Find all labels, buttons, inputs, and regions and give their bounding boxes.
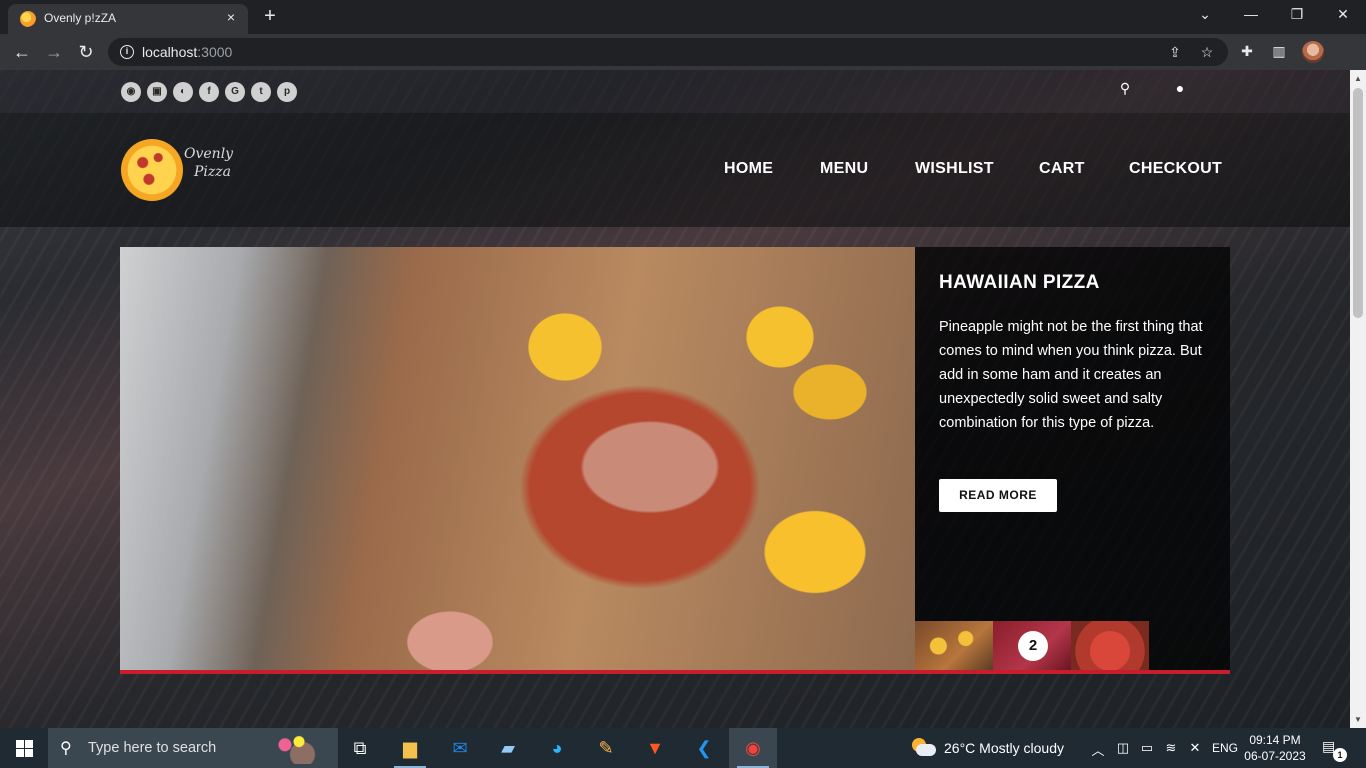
side-panel-icon[interactable]: ▥ [1270,43,1288,60]
site-logo-text[interactable]: Ovenly Pizza [184,145,233,181]
pizza-logo-icon[interactable] [121,139,183,201]
nav-wishlist[interactable]: WISHLIST [915,160,994,178]
windows-start-icon[interactable] [16,740,33,757]
taskbar-search-placeholder: Type here to search [88,740,217,756]
steam-icon[interactable]: ◐ [173,82,193,102]
twitter-icon[interactable]: t [251,82,271,102]
wifi-icon[interactable]: ≋ [1162,740,1180,756]
restore-button[interactable]: ❐ [1287,6,1307,23]
back-arrow-icon[interactable]: ← [11,42,33,62]
rss-icon[interactable]: ◉ [121,82,141,102]
file-explorer-icon[interactable]: ▆ [386,728,434,768]
slide-thumbnail-1[interactable] [915,621,993,671]
search-icon: ⚲ [60,740,72,757]
taskbar-search-box[interactable]: ⚲ Type here to search [48,728,338,768]
nav-cart[interactable]: CART [1039,160,1085,178]
search-icon[interactable]: ⚲ [1116,80,1134,97]
page-scrollbar[interactable]: ▲ ▼ [1350,70,1366,728]
browser-toolbar: ← → ↻ i localhost:3000 ⇪ ☆ ✚ ▥ [0,34,1366,70]
system-clock[interactable]: 09:14 PM 06-07-2023 [1244,732,1306,764]
notification-count-badge: 1 [1333,748,1347,762]
weather-text[interactable]: 26°C Mostly cloudy [944,740,1064,756]
mail-icon[interactable]: ✉ [436,728,484,768]
clock-date: 06-07-2023 [1244,749,1306,763]
weather-cloudy-icon[interactable] [910,736,936,758]
clock-time: 09:14 PM [1249,733,1301,747]
user-icon[interactable]: ● [1171,80,1189,96]
twitch-icon[interactable]: ▣ [147,82,167,102]
tab-search-icon[interactable]: ⌄ [1195,6,1215,23]
forward-arrow-icon[interactable]: → [43,42,65,62]
hero-description: Pineapple might not be the first thing t… [939,319,1203,431]
social-topbar: ◉ ▣ ◐ f G t p ⚲ ● [0,70,1350,113]
url-text[interactable]: localhost:3000 [142,44,232,60]
bookmark-star-icon[interactable]: ☆ [1198,44,1216,61]
nav-checkout[interactable]: CHECKOUT [1129,160,1222,178]
tab-title: Ovenly p!zZA [44,11,117,25]
show-hidden-icons-chevron-icon[interactable]: ︿ [1089,740,1107,759]
nav-menu[interactable]: MENU [820,160,868,178]
chrome-browser-icon[interactable]: ◉ [729,728,777,768]
slide-number-badge: 2 [1018,631,1048,661]
extensions-puzzle-icon[interactable]: ✚ [1238,43,1256,60]
site-info-icon[interactable]: i [120,45,134,59]
pinterest-icon[interactable]: p [277,82,297,102]
hawaiian-pizza-hero-image [120,247,915,671]
language-indicator[interactable]: ENG [1212,741,1238,755]
scroll-up-arrow-icon[interactable]: ▲ [1354,74,1362,83]
hero-info-panel: HAWAIIAN PIZZA Pineapple might not be th… [915,247,1230,671]
profile-avatar[interactable] [1302,41,1324,63]
page-viewport: ◉ ▣ ◐ f G t p ⚲ ● Ovenly Pizza HOME MENU… [0,70,1350,728]
search-highlight-image [264,732,334,764]
share-icon[interactable]: ⇪ [1166,44,1184,61]
volume-muted-icon[interactable]: ✕ [1186,740,1204,756]
browser-tab[interactable]: Ovenly p!zZA × [8,4,248,34]
windows-taskbar: ⚲ Type here to search ⧉ ▆ ✉ ▰ ◕ ✎ ▼ ❮ ◉ … [0,728,1366,768]
browser-tab-strip: Ovenly p!zZA × + ⌄ — ❐ ✕ [0,0,1366,34]
task-view-icon[interactable]: ⧉ [336,728,384,768]
hero-accent-underline [120,670,1230,674]
scroll-down-arrow-icon[interactable]: ▼ [1354,715,1362,724]
logo-line-1: Ovenly [184,146,234,162]
brave-browser-icon[interactable]: ▼ [631,728,679,768]
edge-browser-icon[interactable]: ◕ [533,728,581,768]
battery-icon[interactable]: ▭ [1138,740,1156,756]
new-tab-button[interactable]: + [260,5,280,27]
vscode-icon[interactable]: ❮ [680,728,728,768]
close-window-button[interactable]: ✕ [1333,6,1353,23]
reload-icon[interactable]: ↻ [75,42,97,62]
read-more-button[interactable]: READ MORE [939,479,1057,512]
logo-line-2: Pizza [194,164,231,180]
pizza-favicon-icon [20,11,36,27]
facebook-icon[interactable]: f [199,82,219,102]
slide-thumbnail-3[interactable] [1071,621,1149,671]
meet-now-icon[interactable]: ◫ [1114,740,1132,756]
url-host: localhost [142,44,198,60]
url-port: :3000 [197,44,233,60]
google-plus-icon[interactable]: G [225,82,245,102]
close-tab-icon[interactable]: × [222,9,240,25]
scrollbar-thumb[interactable] [1353,88,1363,318]
hero-title: HAWAIIAN PIZZA [939,272,1100,293]
paint-app-icon[interactable]: ✎ [582,728,630,768]
nav-home[interactable]: HOME [724,160,773,178]
minimize-button[interactable]: — [1241,6,1261,22]
main-navbar: Ovenly Pizza HOME MENU WISHLIST CART CHE… [0,113,1350,227]
address-bar[interactable]: i localhost:3000 ⇪ ☆ [108,38,1228,66]
notes-app-icon[interactable]: ▰ [484,728,532,768]
